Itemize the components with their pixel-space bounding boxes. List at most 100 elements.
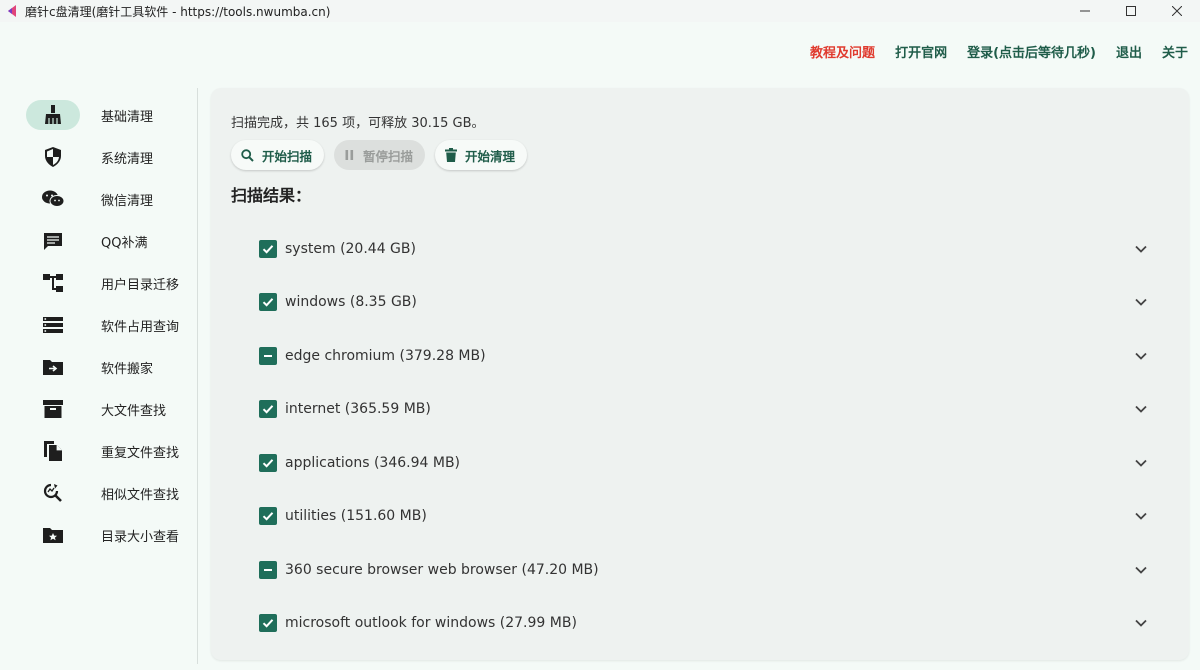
sidebar-item-wechat-clean[interactable]: 微信清理 xyxy=(26,184,186,214)
list-icon xyxy=(43,317,63,333)
about-link[interactable]: 关于 xyxy=(1162,42,1188,61)
shield-icon xyxy=(45,147,61,167)
result-row[interactable]: utilities (151.60 MB) xyxy=(259,496,1149,536)
sidebar-item-large-file-finder[interactable]: 大文件查找 xyxy=(26,394,186,424)
result-label: utilities (151.60 MB) xyxy=(285,508,427,524)
close-button[interactable] xyxy=(1154,0,1200,22)
maximize-icon xyxy=(1126,6,1136,16)
broom-icon xyxy=(45,105,61,124)
chevron-down-icon[interactable] xyxy=(1133,615,1149,631)
sidebar-item-software-usage[interactable]: 软件占用查询 xyxy=(26,310,186,340)
pause-icon xyxy=(345,150,354,160)
start-clean-label: 开始清理 xyxy=(465,148,516,164)
sidebar-item-label: 目录大小查看 xyxy=(101,529,180,545)
result-row[interactable]: windows (8.35 GB) xyxy=(259,282,1149,322)
result-label: edge chromium (379.28 MB) xyxy=(285,348,486,364)
chevron-down-icon[interactable] xyxy=(1133,455,1149,471)
sidebar-item-label: 大文件查找 xyxy=(101,403,167,419)
checkbox-checked[interactable] xyxy=(259,240,277,258)
pause-scan-label: 暂停扫描 xyxy=(363,148,414,164)
chevron-down-icon[interactable] xyxy=(1133,294,1149,310)
action-toolbar: 开始扫描 暂停扫描 开始清理 xyxy=(231,140,528,170)
check-icon xyxy=(262,459,274,468)
result-label: windows (8.35 GB) xyxy=(285,294,417,310)
title-bar: 磨针c盘清理(磨针工具软件 - https://tools.nwumba.cn) xyxy=(0,0,1200,22)
checkbox-checked[interactable] xyxy=(259,400,277,418)
sidebar-item-label: 软件搬家 xyxy=(101,361,154,377)
start-clean-button[interactable]: 开始清理 xyxy=(435,140,528,170)
result-row[interactable]: applications (346.94 MB) xyxy=(259,443,1149,483)
wechat-icon xyxy=(42,190,64,207)
sidebar-item-user-dir-migrate[interactable]: 用户目录迁移 xyxy=(26,268,186,298)
checkbox-checked[interactable] xyxy=(259,293,277,311)
search-refresh-icon xyxy=(43,483,62,502)
minimize-icon xyxy=(1080,10,1090,12)
check-icon xyxy=(262,405,274,414)
result-label: applications (346.94 MB) xyxy=(285,455,461,471)
chevron-down-icon[interactable] xyxy=(1133,401,1149,417)
tree-icon xyxy=(43,274,63,292)
result-row[interactable]: edge chromium (379.28 MB) xyxy=(259,336,1149,376)
minus-icon xyxy=(264,355,272,357)
result-label: 360 secure browser web browser (47.20 MB… xyxy=(285,562,599,578)
close-icon xyxy=(1172,6,1182,16)
sidebar-item-label: 重复文件查找 xyxy=(101,445,180,461)
result-row[interactable]: 360 secure browser web browser (47.20 MB… xyxy=(259,550,1149,590)
logout-link[interactable]: 退出 xyxy=(1116,42,1142,61)
search-icon xyxy=(241,148,254,162)
sidebar-item-label: 微信清理 xyxy=(101,193,154,209)
chevron-down-icon[interactable] xyxy=(1133,241,1149,257)
main-panel: 扫描完成，共 165 项，可释放 30.15 GB。 开始扫描 暂停扫描 开始清… xyxy=(211,88,1189,660)
checkbox-checked[interactable] xyxy=(259,454,277,472)
sidebar-item-basic-clean[interactable]: 基础清理 xyxy=(26,100,186,130)
app-logo-icon xyxy=(7,5,17,17)
tutorial-link[interactable]: 教程及问题 xyxy=(810,42,875,61)
website-link[interactable]: 打开官网 xyxy=(895,42,947,61)
sidebar-item-label: 基础清理 xyxy=(101,109,154,125)
checkbox-indeterminate[interactable] xyxy=(259,561,277,579)
sidebar-item-label: 相似文件查找 xyxy=(101,487,180,503)
chevron-down-icon[interactable] xyxy=(1133,508,1149,524)
chevron-down-icon[interactable] xyxy=(1133,562,1149,578)
scan-summary: 扫描完成，共 165 项，可释放 30.15 GB。 xyxy=(231,116,485,131)
trash-icon xyxy=(445,148,458,162)
folder-move-icon xyxy=(43,360,63,375)
result-label: system (20.44 GB) xyxy=(285,241,416,257)
top-nav: 教程及问题 打开官网 登录(点击后等待几秒) 退出 关于 xyxy=(790,42,1188,61)
folder-star-icon xyxy=(43,528,63,543)
results-title: 扫描结果： xyxy=(231,186,312,205)
result-label: microsoft outlook for windows (27.99 MB) xyxy=(285,615,577,631)
start-scan-label: 开始扫描 xyxy=(262,148,313,164)
sidebar-item-label: 系统清理 xyxy=(101,151,154,167)
check-icon xyxy=(262,298,274,307)
sidebar-divider xyxy=(197,88,198,664)
result-row[interactable]: microsoft outlook for windows (27.99 MB) xyxy=(259,603,1149,643)
sidebar-item-similar-finder[interactable]: 相似文件查找 xyxy=(26,478,186,508)
copy-icon xyxy=(44,441,62,461)
check-icon xyxy=(262,512,274,521)
sidebar-item-system-clean[interactable]: 系统清理 xyxy=(26,142,186,172)
result-row[interactable]: system (20.44 GB) xyxy=(259,229,1149,269)
window-title: 磨针c盘清理(磨针工具软件 - https://tools.nwumba.cn) xyxy=(25,4,331,19)
minus-icon xyxy=(264,569,272,571)
chat-icon xyxy=(44,233,62,250)
sidebar-item-dir-size[interactable]: 目录大小查看 xyxy=(26,520,186,550)
sidebar-item-label: 用户目录迁移 xyxy=(101,277,180,293)
sidebar-item-duplicate-finder[interactable]: 重复文件查找 xyxy=(26,436,186,466)
chevron-down-icon[interactable] xyxy=(1133,348,1149,364)
minimize-button[interactable] xyxy=(1062,0,1108,22)
checkbox-checked[interactable] xyxy=(259,507,277,525)
login-link[interactable]: 登录(点击后等待几秒) xyxy=(967,42,1096,61)
sidebar-item-qq[interactable]: QQ补满 xyxy=(26,226,186,256)
checkbox-checked[interactable] xyxy=(259,614,277,632)
checkbox-indeterminate[interactable] xyxy=(259,347,277,365)
result-label: internet (365.59 MB) xyxy=(285,401,431,417)
sidebar-item-label: 软件占用查询 xyxy=(101,319,180,335)
sidebar-item-software-move[interactable]: 软件搬家 xyxy=(26,352,186,382)
result-row[interactable]: internet (365.59 MB) xyxy=(259,389,1149,429)
maximize-button[interactable] xyxy=(1108,0,1154,22)
pause-scan-button[interactable]: 暂停扫描 xyxy=(334,140,426,170)
sidebar: 基础清理 系统清理 微信清理 QQ补满 用户目录迁移 软件占用查询 软件搬家 大… xyxy=(0,88,197,664)
check-icon xyxy=(262,245,274,254)
start-scan-button[interactable]: 开始扫描 xyxy=(231,140,325,170)
